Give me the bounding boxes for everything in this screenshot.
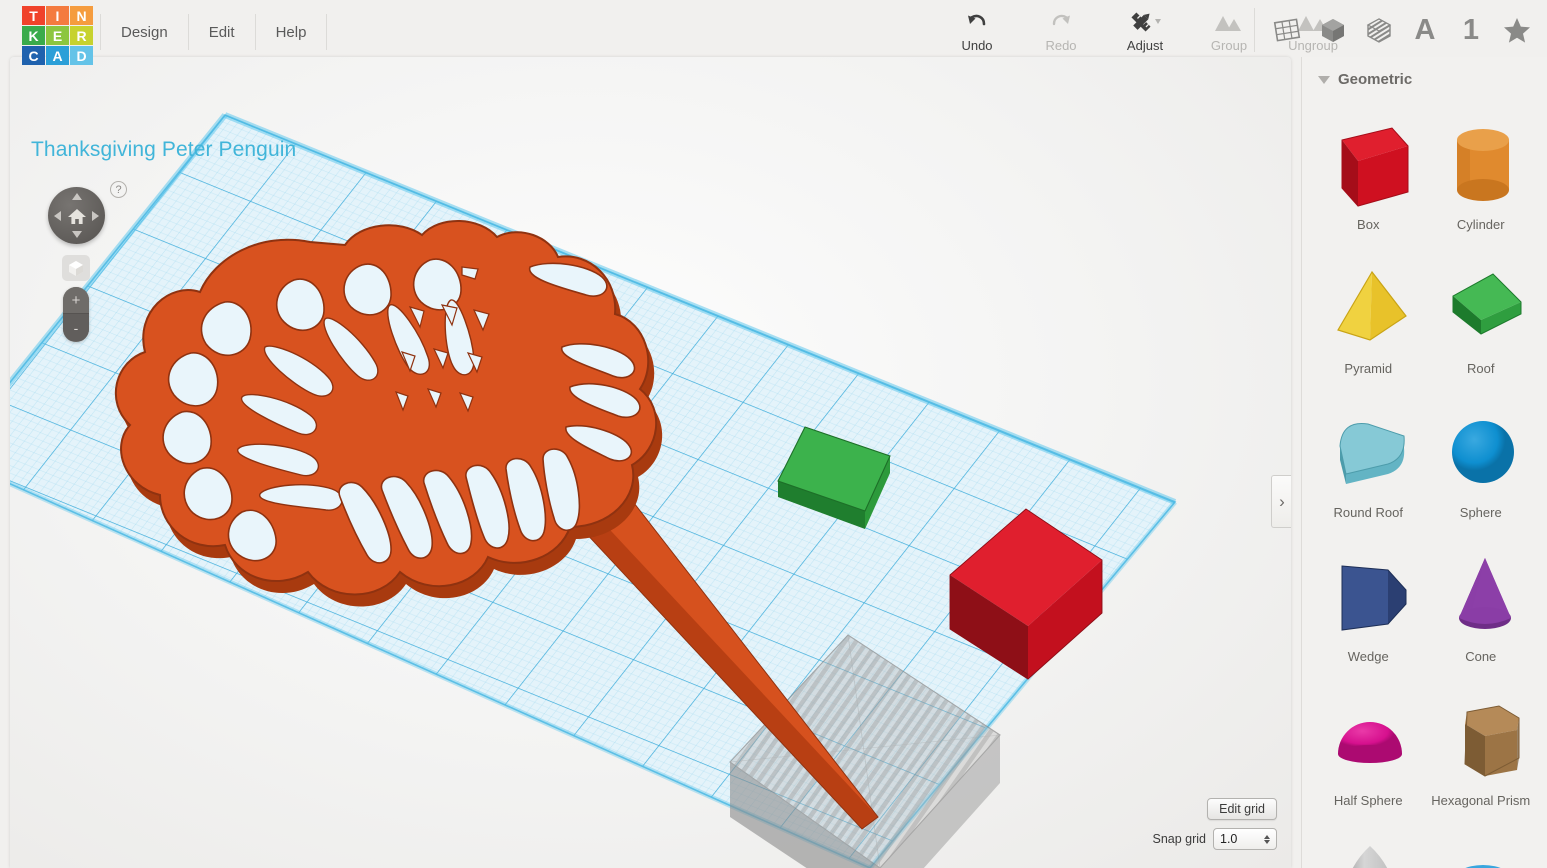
menu-item-help[interactable]: Help — [256, 14, 328, 50]
workplane-grid-icon[interactable] — [1271, 13, 1303, 47]
sphere-icon — [1433, 400, 1529, 504]
text-letter-icon[interactable]: A — [1409, 13, 1441, 47]
main-menu: Design Edit Help — [100, 14, 328, 50]
menu-item-design[interactable]: Design — [100, 14, 189, 50]
tinkercad-logo[interactable]: TIN KER CAD — [22, 6, 93, 65]
scene-3d — [10, 112, 1177, 868]
nav-down-arrow-icon[interactable] — [71, 231, 82, 238]
torus-thin-icon — [1433, 832, 1529, 868]
view-navigation-pad[interactable] — [48, 187, 105, 244]
tinkercad-app: TINKERCAD Design Edit Help Undo Redo Adj… — [0, 0, 1547, 868]
logo-tile-d: D — [70, 46, 93, 65]
shape-label: Half Sphere — [1333, 793, 1403, 808]
snap-grid-value: 1.0 — [1220, 832, 1238, 846]
edit-grid-button[interactable]: Edit grid — [1207, 798, 1277, 820]
shape-label: Round Roof — [1333, 505, 1403, 520]
shape-label: Cone — [1465, 649, 1497, 664]
redo-label: Redo — [1045, 38, 1077, 53]
group-label: Group — [1210, 38, 1248, 53]
pencil-ruler-icon — [1128, 10, 1162, 36]
design-canvas[interactable]: Thanksgiving Peter Penguin ? + - Edit gr… — [10, 57, 1291, 868]
chevron-down-icon[interactable] — [1318, 75, 1330, 84]
redo-arrow-icon — [1049, 10, 1073, 36]
logo-tile-n: N — [70, 6, 93, 25]
letter-a-glyph: A — [1414, 13, 1436, 46]
shape-item-torus-thin[interactable]: Torus thin — [1425, 816, 1538, 868]
nav-left-arrow-icon[interactable] — [54, 210, 61, 221]
box-icon — [1320, 112, 1416, 216]
logo-tile-a: A — [46, 46, 69, 65]
undo-button[interactable]: Undo — [935, 6, 1019, 53]
grid-controls: Edit grid Snap grid 1.0 — [1152, 798, 1277, 850]
shape-grid: Box Cylinder Pyramid Roof Round Roof Sph… — [1302, 96, 1547, 868]
zoom-in-button[interactable]: + — [63, 287, 89, 314]
nav-right-arrow-icon[interactable] — [92, 210, 99, 221]
half-sphere-icon — [1320, 688, 1416, 792]
nav-up-arrow-icon[interactable] — [71, 193, 82, 200]
shape-item-sphere[interactable]: Sphere — [1425, 384, 1538, 524]
menu-item-edit[interactable]: Edit — [189, 14, 256, 50]
adjust-button[interactable]: Adjust — [1103, 6, 1187, 53]
shape-label: Sphere — [1459, 505, 1502, 520]
page-title: Thanksgiving Peter Penguin — [31, 138, 297, 161]
logo-tile-i: I — [46, 6, 69, 25]
adjust-label: Adjust — [1126, 38, 1164, 53]
shape-label: Cylinder — [1456, 217, 1505, 232]
pyramid-icon — [1320, 256, 1416, 360]
help-button[interactable]: ? — [110, 181, 127, 198]
paraboloid-icon — [1320, 832, 1416, 868]
cube-icon — [69, 261, 83, 276]
cone-icon — [1433, 544, 1529, 648]
shape-item-box[interactable]: Box — [1312, 96, 1425, 236]
shape-item-cylinder[interactable]: Cylinder — [1425, 96, 1538, 236]
fit-view-button[interactable] — [62, 255, 90, 281]
logo-tile-e: E — [46, 26, 69, 45]
shape-item-cone[interactable]: Cone — [1425, 528, 1538, 668]
shape-item-round-roof[interactable]: Round Roof — [1312, 384, 1425, 524]
undo-arrow-icon — [965, 10, 989, 36]
hexagonal-prism-icon — [1433, 688, 1529, 792]
logo-tile-c: C — [22, 46, 45, 65]
number-icon[interactable]: 1 — [1455, 13, 1487, 47]
solid-box-icon[interactable] — [1317, 13, 1349, 47]
wedge-icon — [1320, 544, 1416, 648]
favorites-star-icon[interactable] — [1501, 13, 1533, 47]
snap-grid-row: Snap grid 1.0 — [1152, 828, 1277, 850]
zoom-out-button[interactable]: - — [63, 314, 89, 341]
number-one-glyph: 1 — [1462, 13, 1480, 46]
shape-item-pyramid[interactable]: Pyramid — [1312, 240, 1425, 380]
logo-tile-r: R — [70, 26, 93, 45]
top-toolbar: TINKERCAD Design Edit Help Undo Redo Adj… — [0, 0, 1547, 65]
collapse-panel-button[interactable]: › — [1271, 475, 1291, 528]
snap-grid-label: Snap grid — [1152, 832, 1206, 846]
shape-item-roof[interactable]: Roof — [1425, 240, 1538, 380]
shape-label: Pyramid — [1344, 361, 1393, 376]
zoom-controls: + - — [63, 287, 89, 342]
shapes-sidebar: Geometric Box Cylinder Pyramid Roof Roun… — [1301, 57, 1547, 868]
stepper-arrows-icon[interactable] — [1264, 834, 1270, 844]
roof-icon — [1433, 256, 1529, 360]
undo-label: Undo — [961, 38, 993, 53]
logo-tile-t: T — [22, 6, 45, 25]
shape-category-icons: A 1 — [1254, 8, 1533, 52]
shape-label: Hexagonal Prism — [1431, 793, 1531, 808]
cylinder-icon — [1433, 112, 1529, 216]
hole-box-icon[interactable] — [1363, 13, 1395, 47]
shape-label: Wedge — [1347, 649, 1389, 664]
home-view-icon[interactable] — [67, 207, 87, 225]
shape-item-paraboloid[interactable]: Paraboloid — [1312, 816, 1425, 868]
group-mountains-icon — [1212, 10, 1246, 36]
shape-label: Box — [1357, 217, 1380, 232]
shapes-section-header[interactable]: Geometric — [1302, 57, 1547, 96]
shape-item-half-sphere[interactable]: Half Sphere — [1312, 672, 1425, 812]
shape-label: Roof — [1467, 361, 1495, 376]
snap-grid-select[interactable]: 1.0 — [1213, 828, 1277, 850]
shapes-section-title: Geometric — [1338, 71, 1413, 88]
shape-item-wedge[interactable]: Wedge — [1312, 528, 1425, 668]
logo-tile-k: K — [22, 26, 45, 45]
round-roof-icon — [1320, 400, 1416, 504]
redo-button[interactable]: Redo — [1019, 6, 1103, 53]
shape-item-hexagonal-prism[interactable]: Hexagonal Prism — [1425, 672, 1538, 812]
